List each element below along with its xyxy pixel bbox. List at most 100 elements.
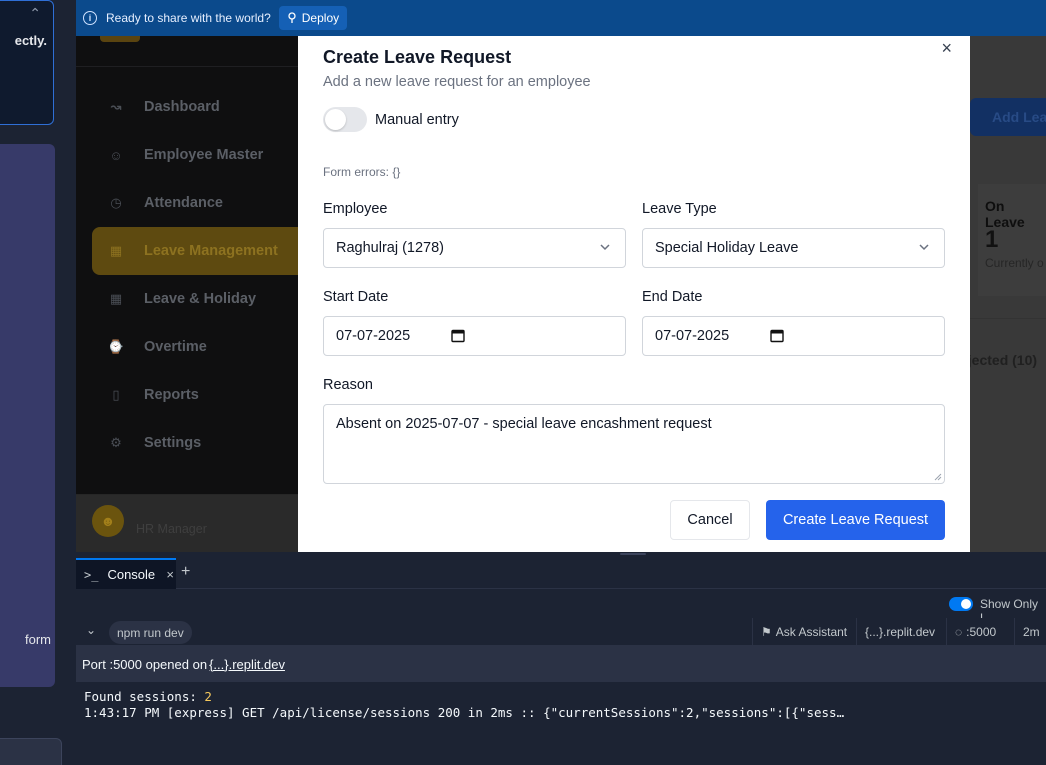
sidebar-item-overtime[interactable]: ⌚ Overtime [92, 323, 298, 371]
deploy-icon [288, 12, 296, 23]
start-date-value: 07-07-2025 [336, 328, 411, 344]
chat-input-box[interactable] [0, 738, 62, 765]
reason-textarea[interactable]: Absent on 2025-07-07 - special leave enc… [323, 404, 945, 484]
manual-entry-label: Manual entry [375, 112, 459, 128]
leave-type-select[interactable]: Special Holiday Leave [642, 228, 945, 268]
end-date-input[interactable]: 07-07-2025 [642, 316, 945, 356]
add-tab-icon[interactable]: + [181, 563, 190, 581]
user-role: HR Manager [136, 522, 207, 536]
manual-entry-toggle[interactable] [323, 107, 367, 132]
end-date-label: End Date [642, 289, 703, 305]
reason-value: Absent on 2025-07-07 - special leave enc… [336, 416, 712, 432]
left-side-panel: ⌃ ectly. form [0, 0, 76, 765]
close-icon[interactable]: × [941, 39, 952, 57]
ask-assistant-label: Ask Assistant [775, 625, 848, 639]
port-opened-message: Port :5000 opened on {...}.replit.dev [76, 646, 1046, 682]
toggle-knob [961, 599, 971, 609]
sidebar-divider [76, 66, 298, 67]
sidebar-item-label: Dashboard [144, 99, 220, 115]
sidebar-item-label: Reports [144, 387, 199, 403]
sidebar-item-attendance[interactable]: ◷ Attendance [92, 179, 298, 227]
port-opened-link[interactable]: {...}.replit.dev [209, 657, 285, 672]
app-logo [100, 36, 140, 42]
resize-grip-icon[interactable] [934, 473, 942, 481]
tab-rejected[interactable]: ejected (10) [960, 352, 1037, 368]
agent-checkpoint-card[interactable]: form [0, 144, 55, 687]
calendar-icon[interactable] [451, 328, 465, 343]
show-only-latest-toggle[interactable] [949, 597, 973, 611]
elapsed-time: 2m [1014, 618, 1046, 646]
cancel-button[interactable]: Cancel [670, 500, 750, 540]
port-opened-text: Port :5000 opened on [82, 656, 208, 672]
chevron-up-icon[interactable]: ⌃ [29, 5, 41, 22]
watch-icon: ⌚ [107, 339, 125, 354]
calendar-icon[interactable] [770, 328, 784, 343]
sidebar-item-dashboard[interactable]: ↝ Dashboard [92, 83, 298, 131]
create-leave-request-button[interactable]: Create Leave Request [766, 500, 945, 540]
sidebar-item-label: Overtime [144, 339, 207, 355]
employee-select-value: Raghulraj (1278) [336, 240, 445, 256]
leave-type-label: Leave Type [642, 201, 717, 217]
console-line: Found sessions: 2 [84, 689, 984, 705]
start-date-input[interactable]: 07-07-2025 [323, 316, 626, 356]
bar-chart-icon: ▯ [112, 387, 120, 402]
sidebar-item-reports[interactable]: ▯ Reports [92, 371, 298, 419]
ask-assistant-button[interactable]: ⚑ Ask Assistant [752, 618, 855, 646]
console-output: Found sessions: 2 1:43:17 PM [express] GE… [84, 689, 984, 721]
avatar: ☻ [92, 505, 124, 537]
chevron-down-icon [919, 244, 929, 251]
sidebar-item-label: Attendance [144, 195, 223, 211]
run-command-pill[interactable]: npm run dev [109, 621, 192, 644]
deploy-button-label: Deploy [301, 11, 340, 25]
gear-icon: ⚙ [110, 435, 122, 450]
sidebar-item-leave-management[interactable]: ▦ Leave Management [92, 227, 298, 275]
sidebar-item-label: Settings [144, 435, 202, 451]
console-line: 1:43:17 PM [express] GET /api/license/se… [84, 705, 845, 720]
terminal-prompt-icon: >_ [84, 567, 99, 582]
console-pane: >_ Console × + Show Only L ⌄ npm run dev… [76, 556, 1046, 765]
tab-console[interactable]: >_ Console × [76, 558, 176, 589]
toggle-knob [325, 109, 346, 130]
stat-card-subtitle: Currently o [985, 256, 1044, 270]
port-label: :5000 [966, 625, 997, 639]
deploy-button[interactable]: Deploy [278, 6, 348, 30]
stat-card-value: 1 [985, 226, 999, 253]
users-icon: ☺ [109, 147, 123, 163]
agent-checkpoint-text: form [25, 632, 51, 647]
chevron-down-icon[interactable]: ⌄ [86, 623, 96, 637]
user-profile[interactable]: ☻ HR Manager [76, 494, 298, 552]
chart-icon: ↝ [110, 99, 122, 114]
dialog-title: Create Leave Request [323, 47, 512, 67]
chevron-down-icon [600, 244, 610, 251]
domain-link[interactable]: {...}.replit.dev [856, 618, 943, 646]
deploy-banner-message: Ready to share with the world? [106, 11, 271, 25]
sidebar-item-label: Employee Master [144, 147, 264, 163]
employee-select[interactable]: Raghulraj (1278) [323, 228, 626, 268]
sidebar-item-settings[interactable]: ⚙ Settings [92, 419, 298, 467]
close-icon[interactable]: × [166, 567, 174, 582]
create-leave-request-dialog: × Create Leave Request Add a new leave r… [298, 36, 970, 552]
dialog-description: Add a new leave request for an employee [323, 74, 591, 90]
console-tabbar: >_ Console × + [76, 556, 1046, 589]
pane-resize-handle[interactable] [620, 553, 646, 555]
tab-console-label: Console [107, 567, 156, 582]
employee-label: Employee [323, 201, 388, 217]
form-errors-text: Form errors: {} [323, 165, 401, 179]
calendar-icon: ▦ [109, 291, 123, 306]
deploy-banner: i Ready to share with the world? Deploy [76, 0, 1046, 36]
console-line-number: 2 [204, 689, 212, 704]
sidebar-item-employee-master[interactable]: ☺ Employee Master [92, 131, 298, 179]
start-date-label: Start Date [323, 289, 389, 305]
flag-icon: ⚑ [761, 625, 772, 639]
agent-message-text: ectly. [14, 33, 47, 48]
add-leave-button[interactable]: Add Lea [970, 98, 1046, 136]
agent-message-card[interactable]: ⌃ ectly. [0, 0, 54, 125]
calendar-icon: ▦ [109, 243, 123, 258]
port-indicator[interactable]: ◌ :5000 [946, 618, 1004, 646]
sidebar-item-leave-holiday[interactable]: ▦ Leave & Holiday [92, 275, 298, 323]
add-leave-button-label: Add Lea [992, 109, 1046, 125]
info-icon: i [83, 11, 97, 25]
end-date-value: 07-07-2025 [655, 328, 730, 344]
console-filter-bar [76, 590, 1046, 618]
app-sidebar: ↝ Dashboard ☺ Employee Master ◷ Attendance … [76, 36, 298, 552]
